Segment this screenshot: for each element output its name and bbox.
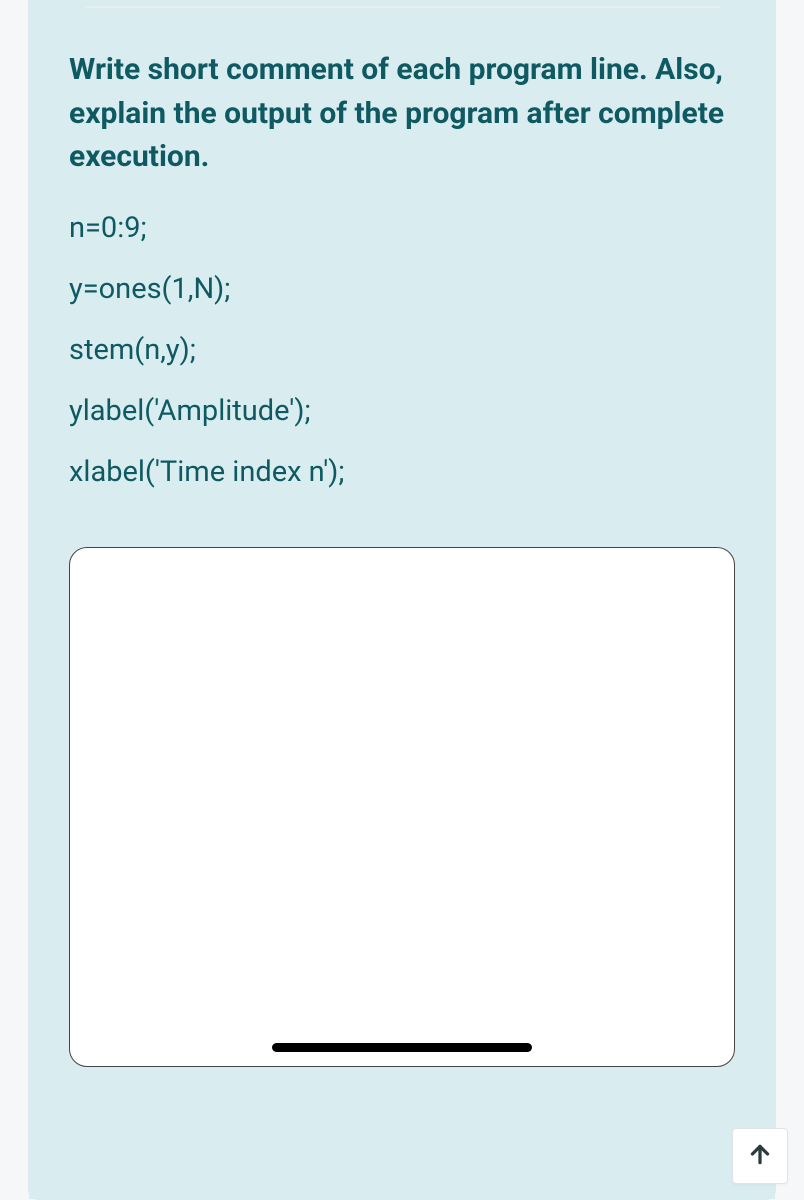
home-indicator xyxy=(272,1043,532,1052)
arrow-up-icon xyxy=(747,1141,773,1171)
top-divider xyxy=(84,6,720,8)
question-prompt: Write short comment of each program line… xyxy=(69,48,735,179)
code-line: y=ones(1,N); xyxy=(69,270,735,309)
code-line: ylabel('Amplitude'); xyxy=(69,392,735,431)
code-line: stem(n,y); xyxy=(69,331,735,370)
content-card: Write short comment of each program line… xyxy=(28,0,776,1200)
output-image-placeholder xyxy=(69,547,735,1067)
question-panel: Write short comment of each program line… xyxy=(29,0,775,1199)
scroll-to-top-button[interactable] xyxy=(732,1128,788,1184)
code-line: n=0:9; xyxy=(69,209,735,248)
code-line: xlabel('Time index n'); xyxy=(69,453,735,492)
